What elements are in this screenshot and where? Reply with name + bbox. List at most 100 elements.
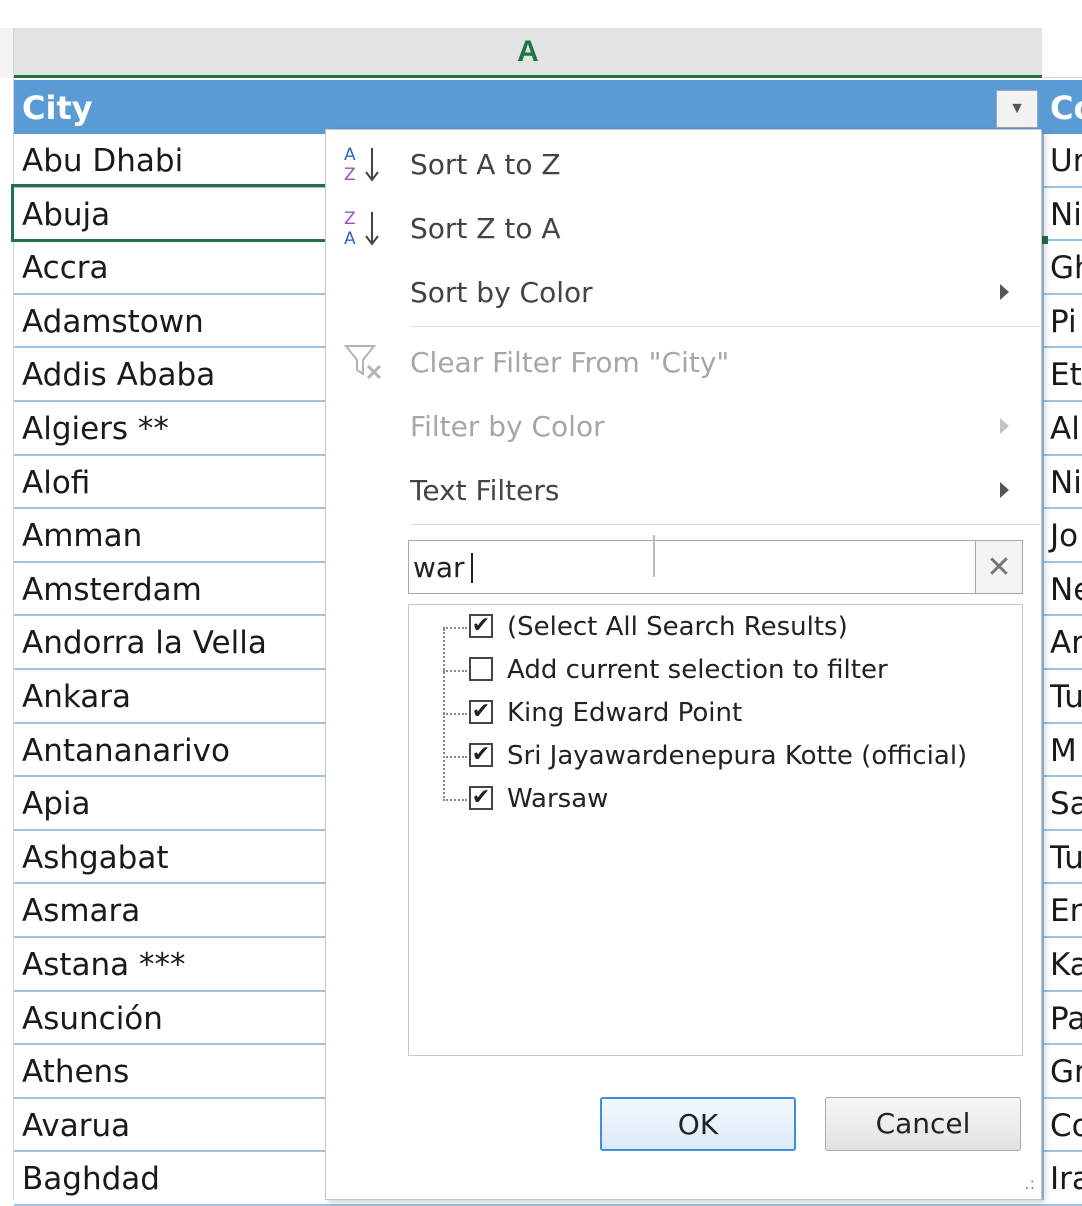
column-separator — [1042, 134, 1044, 1200]
sort-ascending-icon: A Z — [344, 145, 379, 185]
dropdown-arrow-icon: ▼ — [1009, 100, 1025, 117]
cell-country[interactable]: Gr — [1050, 1045, 1082, 1097]
cell-country[interactable]: M — [1050, 724, 1077, 776]
tree-guide-line — [443, 713, 467, 715]
cell-city[interactable]: Asmara — [22, 884, 140, 936]
tree-guide-line — [443, 756, 467, 758]
menu-filter-by-color[interactable]: Filter by Color — [326, 396, 1041, 456]
cell-country[interactable]: Ira — [1050, 1152, 1082, 1204]
cell-city[interactable]: Algiers ** — [22, 402, 169, 454]
submenu-arrow-icon — [1000, 284, 1009, 300]
cell-country[interactable]: Pa — [1050, 992, 1082, 1044]
cell-country[interactable]: Sa — [1050, 777, 1082, 829]
menu-label: Filter by Color — [410, 410, 605, 443]
checkbox-checked[interactable]: ✔ — [469, 743, 493, 767]
cell-country[interactable]: Ur — [1050, 134, 1082, 186]
cell-country[interactable]: Et — [1050, 348, 1082, 400]
cell-country[interactable]: Al — [1050, 402, 1080, 454]
checkbox-checked[interactable]: ✔ — [469, 700, 493, 724]
cell-city[interactable]: Astana *** — [22, 938, 186, 990]
cell-country[interactable]: Tu — [1050, 670, 1082, 722]
menu-label: Clear Filter From "City" — [410, 346, 730, 379]
svg-text:A: A — [344, 145, 356, 165]
cell-city[interactable]: Antananarivo — [22, 724, 230, 776]
list-item-label: Sri Jayawardenepura Kotte (official) — [507, 741, 968, 771]
cell-city[interactable]: Abu Dhabi — [22, 134, 183, 186]
list-item-label: Add current selection to filter — [507, 655, 888, 685]
cell-city[interactable]: Baghdad — [22, 1152, 160, 1204]
checkbox-checked[interactable]: ✔ — [469, 786, 493, 810]
svg-text:Z: Z — [344, 165, 356, 185]
search-input-value: war — [413, 551, 465, 584]
cell-country[interactable]: Ni — [1050, 188, 1082, 240]
cell-country[interactable]: Ka — [1050, 938, 1082, 990]
cell-country[interactable]: An — [1050, 616, 1082, 668]
ok-button[interactable]: OK — [600, 1097, 796, 1151]
column-header-a[interactable]: A — [14, 28, 1042, 78]
tree-guide-line — [443, 629, 445, 801]
svg-text:Z: Z — [344, 209, 356, 229]
cell-city[interactable]: Amsterdam — [22, 563, 202, 615]
mouse-ibeam-cursor — [653, 535, 655, 577]
cell-city[interactable]: Apia — [22, 777, 91, 829]
filter-dropdown-button[interactable]: ▼ — [996, 90, 1038, 128]
menu-label: Sort A to Z — [410, 148, 561, 181]
clear-filter-icon — [343, 345, 382, 380]
cell-country[interactable]: Pi — [1050, 295, 1077, 347]
cell-city[interactable]: Asunción — [22, 992, 163, 1044]
cell-city[interactable]: Avarua — [22, 1099, 130, 1151]
cell-city[interactable]: Andorra la Vella — [22, 616, 267, 668]
menu-sort-a-to-z[interactable]: A Z Sort A to Z — [326, 134, 1041, 194]
menu-text-filters[interactable]: Text Filters — [326, 460, 1041, 520]
menu-label: Text Filters — [410, 474, 560, 507]
cell-country[interactable]: Ni — [1050, 456, 1082, 508]
cell-country[interactable]: Er — [1050, 884, 1082, 936]
header-cell-city[interactable]: City — [22, 80, 93, 134]
checkbox-checked[interactable]: ✔ — [469, 614, 493, 638]
cell-city[interactable]: Addis Ababa — [22, 348, 215, 400]
row-header-column — [0, 78, 14, 1200]
cancel-button[interactable]: Cancel — [825, 1097, 1021, 1151]
list-item-label: Warsaw — [507, 784, 609, 814]
tree-guide-line — [443, 670, 467, 672]
cell-city[interactable]: Athens — [22, 1045, 129, 1097]
menu-separator — [410, 524, 1040, 525]
list-item-label: (Select All Search Results) — [507, 612, 848, 642]
list-item-label: King Edward Point — [507, 698, 743, 728]
cell-city[interactable]: Adamstown — [22, 295, 204, 347]
svg-text:A: A — [344, 229, 356, 249]
sort-descending-icon: Z A — [344, 209, 379, 249]
menu-label: Sort by Color — [410, 276, 593, 309]
cell-city[interactable]: Ankara — [22, 670, 131, 722]
filter-search-input[interactable]: war ✕ — [408, 540, 1023, 594]
header-cell-country[interactable]: Co — [1050, 80, 1082, 134]
text-caret — [471, 553, 473, 583]
checkbox-unchecked[interactable] — [469, 657, 493, 681]
cell-city[interactable]: Amman — [22, 509, 142, 561]
submenu-arrow-icon — [1000, 418, 1009, 434]
menu-sort-z-to-a[interactable]: Z A Sort Z to A — [326, 198, 1041, 258]
active-cell-outline — [11, 184, 329, 242]
menu-clear-filter[interactable]: Clear Filter From "City" — [326, 332, 1041, 392]
menu-sort-by-color[interactable]: Sort by Color — [326, 262, 1041, 322]
column-header-b[interactable] — [1043, 28, 1082, 78]
cell-country[interactable]: Jo — [1050, 509, 1078, 561]
menu-label: Sort Z to A — [410, 212, 561, 245]
clear-search-icon[interactable]: ✕ — [975, 541, 1022, 593]
cell-city[interactable]: Ashgabat — [22, 831, 169, 883]
cell-city[interactable]: Accra — [22, 241, 109, 293]
tree-guide-line — [443, 799, 467, 801]
tree-guide-line — [443, 627, 467, 629]
autofilter-dropdown: A Z Sort A to Z Z A Sort Z to A Sort by … — [325, 129, 1042, 1200]
menu-separator — [410, 326, 1040, 327]
cell-country[interactable]: Gh — [1050, 241, 1082, 293]
select-all-corner[interactable] — [0, 28, 14, 78]
cell-country[interactable]: Co — [1050, 1099, 1082, 1151]
resize-grip-icon[interactable]: .: — [1025, 1174, 1035, 1193]
cell-city[interactable]: Alofi — [22, 456, 90, 508]
filter-values-list: ✔ (Select All Search Results) Add curren… — [408, 604, 1023, 1056]
cell-country[interactable]: Tu — [1050, 831, 1082, 883]
table-header-row — [14, 80, 1082, 134]
cell-country[interactable]: Ne — [1050, 563, 1082, 615]
submenu-arrow-icon — [1000, 482, 1009, 498]
